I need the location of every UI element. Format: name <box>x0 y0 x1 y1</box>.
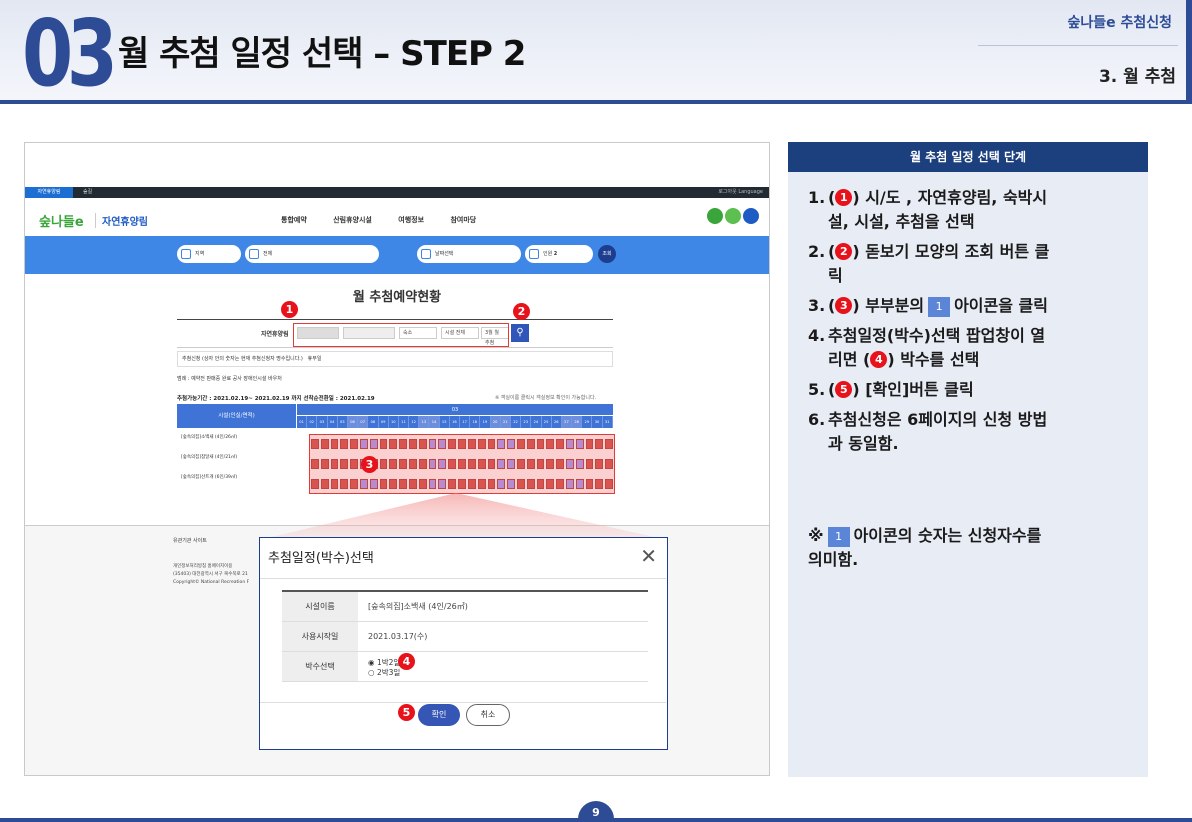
step-2: 2.(2) 돋보기 모양의 조회 버튼 클 릭 <box>808 242 1050 285</box>
step-badge: 3 <box>835 297 853 314</box>
step-list: 1.(1) 시/도 , 자연휴양림, 숙박시 설, 시설, 추첨을 선택 2.(… <box>808 186 1138 462</box>
cancel-button[interactable]: 취소 <box>466 704 510 726</box>
step-4: 4. 추첨일정(박수)선택 팝업창이 열 리면 (4) 박수를 선택 <box>808 326 1046 369</box>
step-1: 1.(1) 시/도 , 자연휴양림, 숙박시 설, 시설, 추첨을 선택 <box>808 188 1048 231</box>
step-3: 3.(3) 부부분의 1 아이콘을 클릭 <box>808 296 1048 317</box>
popup-title: 추첨일정(박수)선택 <box>268 551 374 566</box>
count-square-icon: 1 <box>928 297 951 317</box>
popup-row-facility: 시설이름 [숲속의집]소백새 (4인/26㎡) <box>282 592 648 622</box>
confirm-button[interactable]: 확인 <box>418 704 460 726</box>
popup-divider <box>260 578 666 579</box>
popup-value: 2021.03.17(수) <box>368 632 428 641</box>
count-square-icon: 1 <box>827 527 850 547</box>
step-5: 5.(5) [확인]버튼 클릭 <box>808 380 974 399</box>
popup-value: [숲속의집]소백새 (4인/26㎡) <box>368 602 468 611</box>
popup-button-divider <box>260 702 666 703</box>
step-badge: 5 <box>835 381 853 398</box>
callout-badge-5: 5 <box>398 704 415 721</box>
step-badge: 2 <box>835 243 853 260</box>
step-badge: 1 <box>835 189 853 206</box>
instructions-panel: 월 추첨 일정 선택 단계 1.(1) 시/도 , 자연휴양림, 숙박시 설, … <box>788 142 1148 777</box>
popup-key: 박수선택 <box>282 652 358 681</box>
popup-key: 시설이름 <box>282 592 358 621</box>
close-icon[interactable]: ✕ <box>640 544 657 568</box>
panel-note: ※ 1 아이콘의 숫자는 신청자수를 의미함. <box>808 526 1042 569</box>
night-select-popup: 추첨일정(박수)선택 ✕ 시설이름 [숲속의집]소백새 (4인/26㎡) 사용시… <box>259 537 668 750</box>
step-badge: 4 <box>870 351 888 368</box>
radio-option-2[interactable]: ○ 2박3일 <box>368 667 400 678</box>
popup-info-table: 시설이름 [숲속의집]소백새 (4인/26㎡) 사용시작일 2021.03.17… <box>282 590 648 682</box>
panel-title: 월 추첨 일정 선택 단계 <box>788 142 1148 172</box>
callout-badge-4: 4 <box>398 653 415 670</box>
popup-row-start-date: 사용시작일 2021.03.17(수) <box>282 622 648 652</box>
popup-row-nights: 박수선택 ◉ 1박2일 ○ 2박3일 <box>282 652 648 682</box>
popup-key: 사용시작일 <box>282 622 358 651</box>
step-6: 6. 추첨신청은 6페이지의 신청 방법 과 동일함. <box>808 410 1048 453</box>
